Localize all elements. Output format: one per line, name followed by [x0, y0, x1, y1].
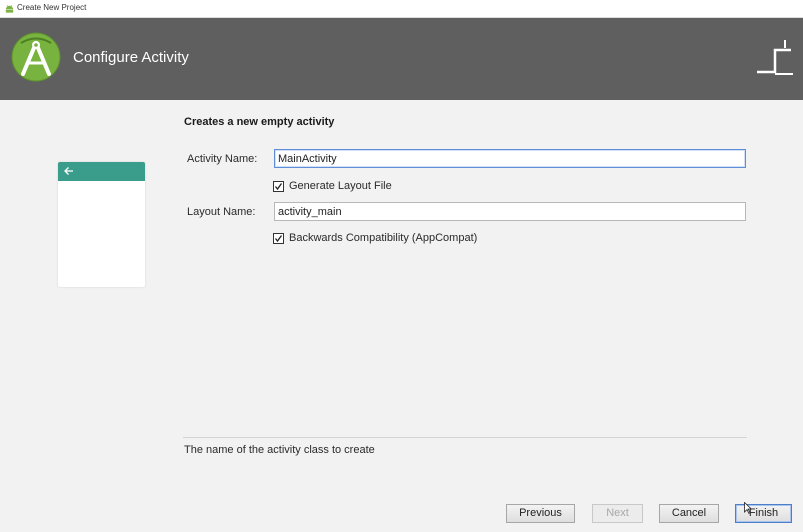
activity-template-icon — [757, 40, 793, 75]
checkmark-icon — [274, 234, 283, 242]
field-hint: The name of the activity class to create — [184, 444, 375, 456]
back-arrow-icon — [64, 167, 73, 175]
android-studio-logo — [11, 32, 61, 82]
form-heading: Creates a new empty activity — [184, 116, 335, 128]
window-title: Create New Project — [17, 3, 87, 12]
generate-layout-checkbox[interactable] — [273, 180, 284, 192]
backwards-compat-checkbox[interactable] — [273, 232, 284, 244]
backwards-compat-option[interactable]: Backwards Compatibility (AppCompat) — [273, 231, 477, 245]
previous-button[interactable]: Previous — [506, 504, 575, 523]
window-titlebar: Create New Project — [0, 0, 803, 18]
divider — [183, 437, 747, 438]
page-title: Configure Activity — [73, 49, 189, 66]
android-icon — [5, 5, 14, 13]
header-banner: Configure Activity — [0, 18, 803, 100]
activity-name-input[interactable] — [274, 149, 746, 168]
mouse-cursor-icon — [744, 502, 752, 514]
next-button[interactable]: Next — [592, 504, 643, 523]
layout-name-label: Layout Name: — [187, 206, 256, 218]
activity-preview — [58, 162, 145, 287]
generate-layout-option[interactable]: Generate Layout File — [273, 179, 392, 193]
cancel-button[interactable]: Cancel — [659, 504, 719, 523]
preview-app-bar — [58, 162, 145, 181]
generate-layout-label: Generate Layout File — [289, 180, 392, 192]
checkmark-icon — [274, 182, 283, 190]
layout-name-input[interactable] — [274, 202, 746, 221]
activity-name-label: Activity Name: — [187, 153, 258, 165]
backwards-compat-label: Backwards Compatibility (AppCompat) — [289, 232, 478, 244]
